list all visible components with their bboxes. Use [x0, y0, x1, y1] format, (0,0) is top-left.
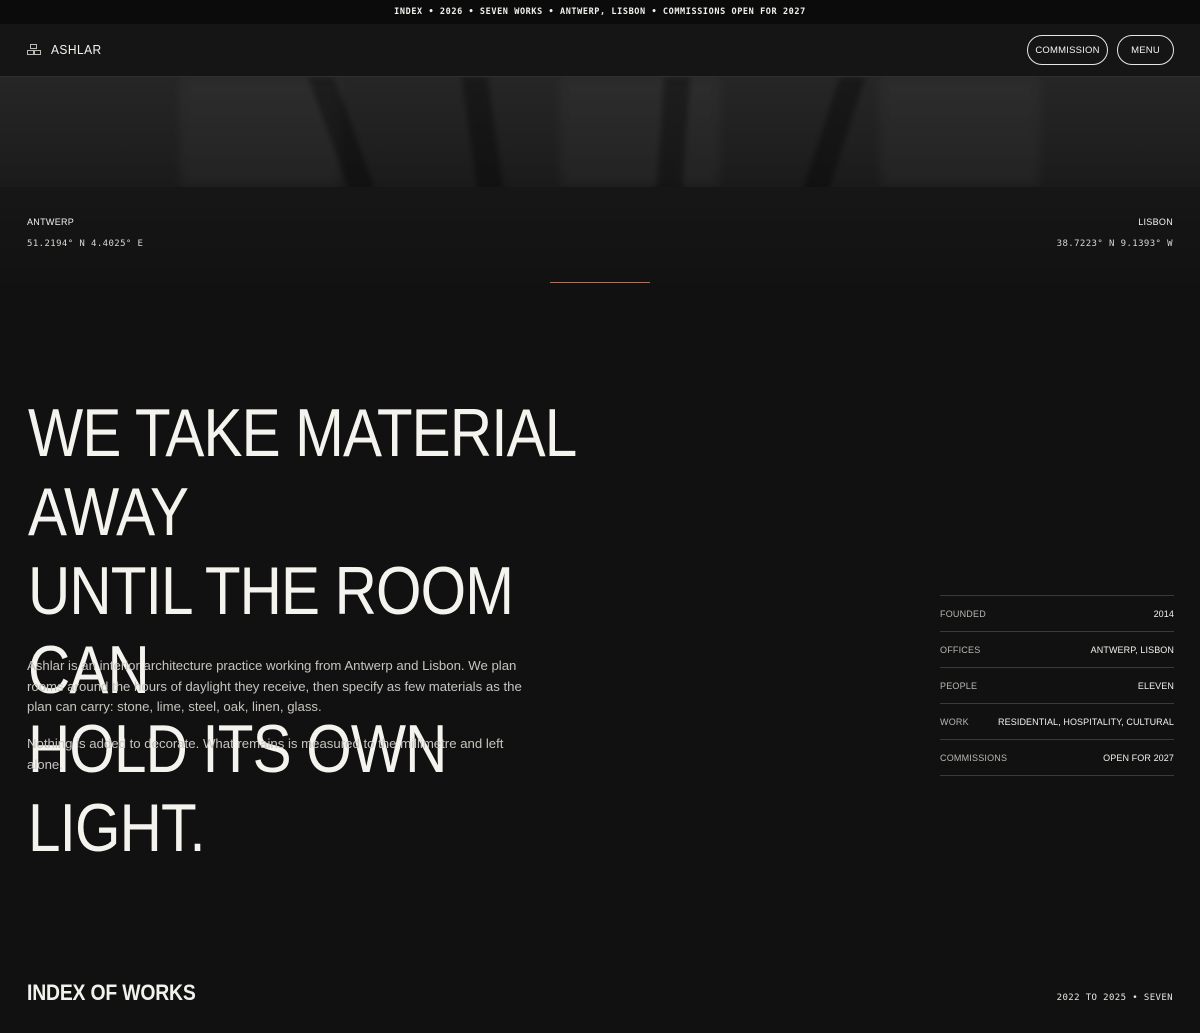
coordinate-antwerp: ANTWERP 51.2194° N 4.4025° E [27, 217, 143, 249]
hero-statement: WE TAKE MATERIAL AWAY UNTIL THE ROOM CAN… [28, 394, 630, 868]
light-patch [880, 77, 1040, 187]
fact-row: COMMISSIONS OPEN FOR 2027 [940, 740, 1174, 776]
city-label: LISBON [1138, 217, 1173, 227]
statement-line-1: WE TAKE MATERIAL AWAY [28, 395, 575, 550]
fact-row: FOUNDED 2014 [940, 596, 1174, 632]
facts-table: FOUNDED 2014 OFFICES ANTWERP, LISBON PEO… [940, 595, 1174, 776]
bricks-icon [27, 43, 41, 56]
fact-value: RESIDENTIAL, HOSPITALITY, CULTURAL [998, 716, 1174, 727]
site-header: ASHLAR COMMISSION MENU [0, 24, 1200, 77]
fact-value: 2014 [1153, 608, 1174, 619]
fact-key: COMMISSIONS [940, 752, 1008, 763]
fact-row: PEOPLE ELEVEN [940, 668, 1174, 704]
index-meta: 2022 TO 2025 • SEVEN [1056, 993, 1173, 1003]
top-ticker: INDEX • 2026 • SEVEN WORKS • ANTWERP, LI… [0, 0, 1200, 24]
brand-name: ASHLAR [51, 42, 102, 57]
about-paragraph: Nothing is added to decorate. What remai… [27, 736, 504, 772]
brand-link[interactable]: ASHLAR [27, 42, 106, 57]
about-paragraph: Ashlar is an interior architecture pract… [27, 658, 522, 714]
fact-row: WORK RESIDENTIAL, HOSPITALITY, CULTURAL [940, 704, 1174, 740]
coordinates-text: 51.2194° N 4.4025° E [27, 239, 144, 249]
fact-row: OFFICES ANTWERP, LISBON [940, 632, 1174, 668]
fact-value: ELEVEN [1137, 680, 1174, 691]
city-label: ANTWERP [27, 217, 75, 227]
commission-button[interactable]: COMMISSION [1027, 35, 1108, 65]
accent-divider [550, 282, 650, 283]
index-title: INDEX OF WORKS [27, 980, 196, 1005]
fact-key: WORK [940, 716, 969, 727]
menu-button[interactable]: MENU [1117, 35, 1174, 65]
coordinates-text: 38.7223° N 9.1393° W [1056, 239, 1173, 249]
fact-key: FOUNDED [940, 608, 986, 619]
shadow-beam [461, 77, 505, 197]
light-patch [560, 77, 720, 187]
fact-key: OFFICES [940, 644, 981, 655]
hero-floor [0, 187, 1200, 283]
ticker-text: INDEX • 2026 • SEVEN WORKS • ANTWERP, LI… [394, 7, 806, 17]
coordinate-lisbon: LISBON 38.7223° N 9.1393° W [1057, 217, 1173, 249]
fact-value: ANTWERP, LISBON [1090, 644, 1174, 655]
hero-image: ANTWERP 51.2194° N 4.4025° E LISBON 38.7… [0, 77, 1200, 283]
fact-key: PEOPLE [940, 680, 978, 691]
fact-value: OPEN FOR 2027 [1103, 752, 1174, 763]
shadow-beam [800, 77, 866, 197]
